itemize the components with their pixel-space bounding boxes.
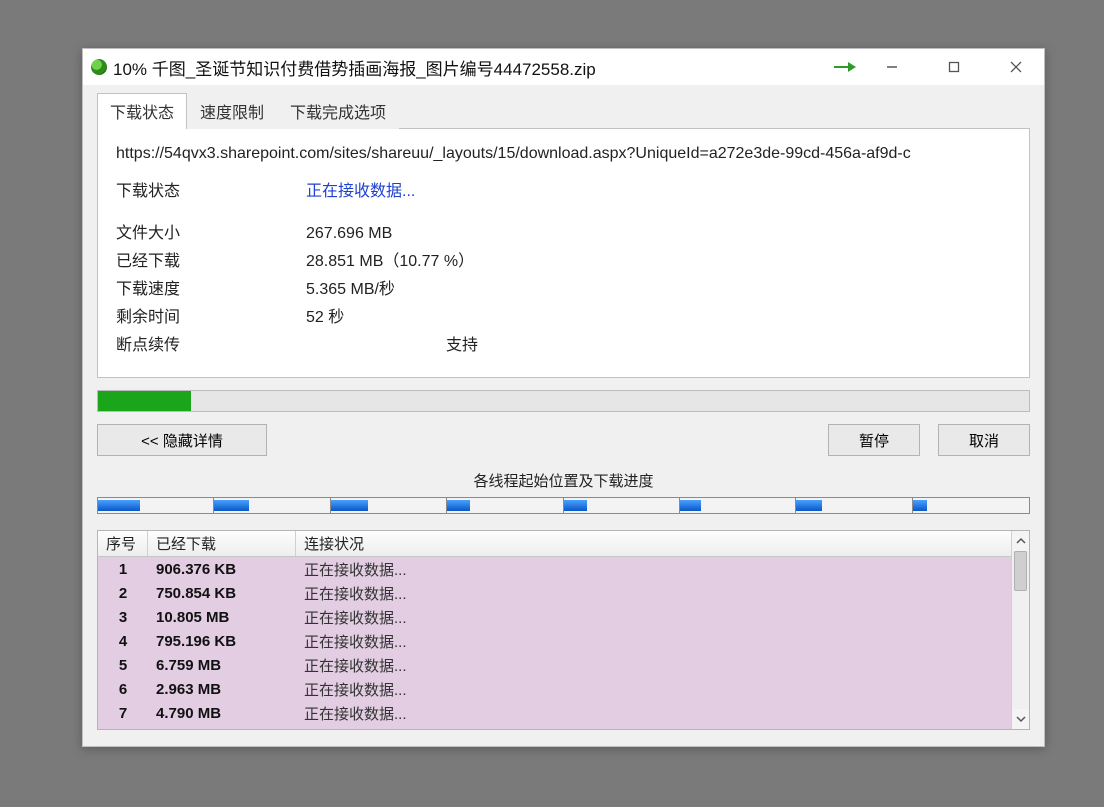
button-row: << 隐藏详情 暂停 取消 — [97, 424, 1030, 456]
th-downloaded[interactable]: 已经下载 — [148, 531, 296, 556]
th-status[interactable]: 连接状况 — [296, 531, 1011, 556]
value-speed: 5.365 MB/秒 — [246, 275, 395, 299]
chunk-progress-bar — [97, 497, 1030, 514]
label-status: 下载状态 — [116, 177, 246, 201]
threads-table: 序号 已经下载 连接状况 1906.376 KB正在接收数据...2750.85… — [97, 530, 1030, 730]
row-time-left: 剩余时间 52 秒 — [116, 303, 1011, 327]
cell-status: 正在接收数据... — [296, 631, 1011, 652]
chunk-segment — [214, 498, 330, 513]
label-resume: 断点续传 — [116, 331, 246, 355]
chunk-segment-fill — [680, 500, 701, 511]
chunk-segment-fill — [214, 500, 249, 511]
row-status: 下载状态 正在接收数据... — [116, 177, 1011, 201]
app-icon — [91, 59, 107, 75]
value-status: 正在接收数据... — [246, 177, 415, 201]
titlebar[interactable]: 10% 千图_圣诞节知识付费借势插画海报_图片编号44472558.zip — [83, 49, 1044, 85]
cell-num: 4 — [98, 633, 148, 650]
tab-on-complete[interactable]: 下载完成选项 — [277, 93, 399, 129]
download-url: https://54qvx3.sharepoint.com/sites/shar… — [116, 145, 1011, 163]
scroll-down-button[interactable] — [1012, 709, 1029, 729]
download-dialog: 10% 千图_圣诞节知识付费借势插画海报_图片编号44472558.zip 下载… — [82, 48, 1045, 747]
label-file-size: 文件大小 — [116, 219, 246, 243]
cell-status: 正在接收数据... — [296, 655, 1011, 676]
scroll-up-button[interactable] — [1012, 531, 1029, 551]
cell-num: 3 — [98, 609, 148, 626]
cell-num: 7 — [98, 705, 148, 722]
chunk-segment — [98, 498, 214, 513]
cell-num: 5 — [98, 657, 148, 674]
cancel-button[interactable]: 取消 — [938, 424, 1030, 456]
window-buttons — [870, 53, 1038, 81]
close-button[interactable] — [994, 53, 1038, 81]
pause-button[interactable]: 暂停 — [828, 424, 920, 456]
scroll-thumb[interactable] — [1014, 551, 1027, 591]
cell-status: 正在接收数据... — [296, 703, 1011, 724]
maximize-button[interactable] — [932, 53, 976, 81]
table-row[interactable]: 1906.376 KB正在接收数据... — [98, 557, 1011, 581]
chunk-section-label: 各线程起始位置及下载进度 — [97, 470, 1030, 491]
cell-downloaded: 4.790 MB — [148, 705, 296, 722]
threads-table-header: 序号 已经下载 连接状况 — [98, 531, 1011, 557]
row-resume: 断点续传 支持 — [116, 331, 1011, 355]
cell-num: 1 — [98, 561, 148, 578]
value-file-size: 267.696 MB — [246, 225, 392, 243]
cell-downloaded: 795.196 KB — [148, 633, 296, 650]
chunk-segment — [913, 498, 1029, 513]
cell-status: 正在接收数据... — [296, 679, 1011, 700]
value-time-left: 52 秒 — [246, 303, 344, 327]
threads-table-body: 1906.376 KB正在接收数据...2750.854 KB正在接收数据...… — [98, 557, 1011, 729]
chunk-segment — [680, 498, 796, 513]
cell-downloaded: 6.759 MB — [148, 657, 296, 674]
label-downloaded: 已经下载 — [116, 247, 246, 271]
chunk-segment-fill — [331, 500, 368, 511]
chunk-segment — [331, 498, 447, 513]
cell-downloaded: 10.805 MB — [148, 609, 296, 626]
client-area: 下载状态 速度限制 下载完成选项 https://54qvx3.sharepoi… — [83, 85, 1044, 746]
cell-downloaded: 750.854 KB — [148, 585, 296, 602]
cell-num: 2 — [98, 585, 148, 602]
table-scrollbar[interactable] — [1011, 531, 1029, 729]
table-row[interactable]: 310.805 MB正在接收数据... — [98, 605, 1011, 629]
tab-bar: 下载状态 速度限制 下载完成选项 — [97, 97, 1030, 129]
status-panel: https://54qvx3.sharepoint.com/sites/shar… — [97, 128, 1030, 378]
scroll-track[interactable] — [1012, 551, 1029, 709]
chunk-segment-fill — [913, 500, 927, 511]
cell-status: 正在接收数据... — [296, 607, 1011, 628]
row-speed: 下载速度 5.365 MB/秒 — [116, 275, 1011, 299]
label-time-left: 剩余时间 — [116, 303, 246, 327]
table-row[interactable]: 56.759 MB正在接收数据... — [98, 653, 1011, 677]
transfer-arrow-icon — [830, 59, 860, 75]
value-resume: 支持 — [246, 331, 478, 355]
overall-progress-fill — [98, 391, 191, 411]
tab-speed-limit[interactable]: 速度限制 — [187, 93, 277, 129]
chunk-segment — [796, 498, 912, 513]
chunk-segment-fill — [564, 500, 587, 511]
value-downloaded: 28.851 MB（10.77 %） — [246, 247, 474, 271]
overall-progress-bar — [97, 390, 1030, 412]
label-speed: 下载速度 — [116, 275, 246, 299]
tab-download-status[interactable]: 下载状态 — [97, 93, 187, 129]
row-downloaded: 已经下载 28.851 MB（10.77 %） — [116, 247, 1011, 271]
window-title: 10% 千图_圣诞节知识付费借势插画海报_图片编号44472558.zip — [113, 55, 830, 80]
cell-status: 正在接收数据... — [296, 583, 1011, 604]
table-row[interactable]: 4795.196 KB正在接收数据... — [98, 629, 1011, 653]
cell-num: 6 — [98, 681, 148, 698]
table-row[interactable]: 74.790 MB正在接收数据... — [98, 701, 1011, 725]
chunk-segment-fill — [796, 500, 821, 511]
th-num[interactable]: 序号 — [98, 531, 148, 556]
hide-details-button[interactable]: << 隐藏详情 — [97, 424, 267, 456]
minimize-button[interactable] — [870, 53, 914, 81]
table-row[interactable]: 62.963 MB正在接收数据... — [98, 677, 1011, 701]
chunk-segment-fill — [98, 500, 140, 511]
chunk-segment-fill — [447, 500, 470, 511]
table-row[interactable]: 2750.854 KB正在接收数据... — [98, 581, 1011, 605]
cell-status: 正在接收数据... — [296, 559, 1011, 580]
cell-downloaded: 2.963 MB — [148, 681, 296, 698]
row-file-size: 文件大小 267.696 MB — [116, 219, 1011, 243]
cell-downloaded: 906.376 KB — [148, 561, 296, 578]
chunk-segment — [564, 498, 680, 513]
chunk-segment — [447, 498, 563, 513]
